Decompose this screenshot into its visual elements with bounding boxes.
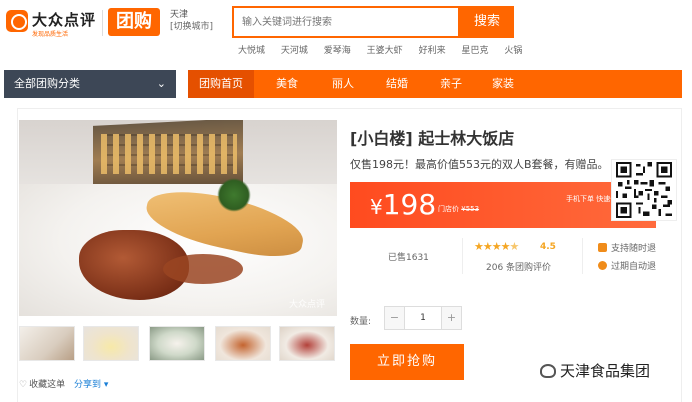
store-price: 门店价 ¥553: [438, 204, 479, 214]
price-value: 198: [382, 188, 437, 221]
quantity-label: 数量:: [350, 317, 372, 327]
collect-label: 收藏这单: [29, 380, 66, 390]
heart-icon: ♡: [19, 380, 28, 390]
chevron-down-icon: ⌄: [156, 77, 166, 90]
guarantee-label: 过期自动退: [611, 262, 657, 272]
collect-button[interactable]: ♡ 收藏这单: [19, 377, 65, 390]
dianping-logo[interactable]: 大众点评 发现品质生活: [6, 8, 96, 38]
quantity-input[interactable]: 1: [405, 307, 441, 329]
share-button[interactable]: 分享到 ▾: [74, 377, 108, 390]
review-count-link[interactable]: 206 条团购评价: [486, 260, 551, 273]
logo-name: 大众点评: [32, 11, 97, 29]
hot-word-link[interactable]: 好利来: [419, 46, 446, 56]
buy-now-button[interactable]: 立即抢购: [350, 344, 464, 380]
guarantee-label: 支持随时退: [611, 244, 657, 254]
hot-word-link[interactable]: 爱琴海: [324, 46, 351, 56]
star-icon: ★: [491, 240, 502, 253]
city-name: 天津: [170, 10, 189, 20]
hot-word-link[interactable]: 天河城: [281, 46, 308, 56]
star-icon: ★: [474, 240, 484, 253]
main-nav: 团购首页 美食 丽人 结婚 亲子 家装: [188, 70, 682, 98]
nav-item-home[interactable]: 团购首页: [188, 70, 254, 98]
city-switch-link[interactable]: [切换城市]: [170, 21, 213, 33]
star-icon: ★: [482, 240, 493, 253]
deal-description: 仅售198元！最高价值553元的双人B套餐，有赠品。: [350, 158, 609, 171]
nav-item-wedding[interactable]: 结婚: [374, 70, 420, 98]
nav-item-family[interactable]: 亲子: [428, 70, 474, 98]
photo-thumbnail[interactable]: [215, 326, 271, 361]
logo-divider: [102, 10, 103, 36]
qr-code-icon: [616, 162, 672, 218]
star-half-icon: ★: [509, 240, 520, 253]
photo-thumbnail[interactable]: [19, 326, 75, 361]
wechat-icon: [540, 364, 556, 378]
logo-slogan: 发现品质生活: [32, 31, 69, 38]
star-icon: ★: [500, 240, 511, 253]
hot-word-link[interactable]: 大悦城: [238, 46, 265, 56]
nav-item-beauty[interactable]: 丽人: [320, 70, 366, 98]
hot-word-link[interactable]: 星巴克: [461, 46, 488, 56]
divider: [582, 238, 583, 274]
guarantee-refund-expired: 过期自动退: [598, 259, 656, 272]
chevron-down-icon: ▾: [101, 380, 109, 390]
quantity-minus-button[interactable]: −: [385, 307, 405, 329]
store-price-value: ¥553: [461, 205, 480, 213]
category-menu-label: 全部团购分类: [14, 77, 80, 90]
shield-icon: [598, 243, 607, 252]
account-watermark: 天津食品集团: [540, 360, 650, 381]
search-input[interactable]: [234, 8, 458, 36]
deal-price: ¥198: [370, 185, 436, 227]
city-selector[interactable]: 天津 [切换城市]: [170, 9, 213, 33]
deal-title: [小白楼] 起士林大饭店: [350, 129, 515, 148]
rating-stars: ★★★★★: [474, 240, 520, 253]
rating-value: 4.5: [540, 242, 556, 252]
nav-item-home-decor[interactable]: 家装: [480, 70, 526, 98]
hot-word-link[interactable]: 王婆大虾: [367, 46, 403, 56]
photo-watermark: 大众点评: [288, 300, 325, 310]
dianping-logo-icon: [6, 10, 28, 32]
photo-thumbnail[interactable]: [83, 326, 139, 361]
quantity-stepper: − 1 +: [384, 306, 462, 330]
store-price-label: 门店价: [438, 205, 459, 213]
search-box: [232, 6, 460, 38]
nav-item-food[interactable]: 美食: [264, 70, 310, 98]
clock-icon: [598, 261, 607, 270]
quantity-plus-button[interactable]: +: [441, 307, 461, 329]
share-label: 分享到: [74, 380, 102, 390]
qr-code: [612, 160, 676, 220]
tuangou-logo[interactable]: 团购: [108, 8, 160, 36]
divider: [462, 238, 463, 274]
photo-thumbnail[interactable]: [149, 326, 205, 361]
photo-thumbnail[interactable]: [279, 326, 335, 361]
watermark-text: 天津食品集团: [560, 362, 651, 380]
price-symbol: ¥: [370, 195, 383, 219]
hot-word-link[interactable]: 火锅: [504, 46, 522, 56]
deal-main-photo[interactable]: 大众点评: [19, 120, 337, 316]
hot-words: 大悦城 天河城 爱琴海 王婆大虾 好利来 星巴克 火锅: [238, 43, 535, 56]
sold-count: 已售1631: [388, 253, 429, 263]
guarantee-refund-anytime: 支持随时退: [598, 241, 656, 254]
search-button[interactable]: 搜索: [460, 6, 514, 38]
category-menu[interactable]: 全部团购分类 ⌄: [4, 70, 176, 98]
